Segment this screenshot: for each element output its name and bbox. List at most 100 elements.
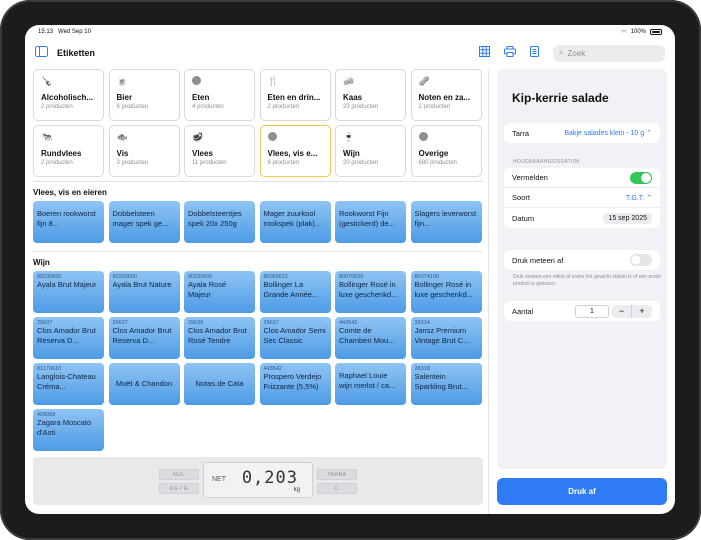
navigation-bar: Etiketten ⌕ Zoek xyxy=(25,39,675,67)
product-grid-wijn: 80230600 Ayala Brut Majeur 80230600 Ayala B… xyxy=(33,271,483,451)
category-count: 11 producten xyxy=(192,160,227,166)
product-tile[interactable]: Notas de Cata xyxy=(184,363,255,405)
category-tile[interactable]: 🐟 Vis 3 producten xyxy=(108,125,180,177)
product-tile[interactable]: Boeren rookworst fijn 8... xyxy=(33,201,104,243)
meat-icon: 🥩 xyxy=(192,132,204,142)
quantity-input[interactable]: 1 xyxy=(575,304,609,318)
category-tile[interactable]: 🍴 Eten en drin... 2 producten xyxy=(259,69,331,121)
search-field[interactable]: ⌕ Zoek xyxy=(553,44,665,62)
product-name: Rookworst Fijn (gestickerd) de... xyxy=(339,209,395,228)
plus-button[interactable]: + xyxy=(632,305,652,318)
category-tile[interactable]: 🍾 Alcoholisch... 2 producten xyxy=(33,69,104,121)
product-tile[interactable]: Raphael Louie wijn merlot / ca... xyxy=(335,363,406,405)
category-name: Overige xyxy=(418,149,449,158)
nul-button[interactable]: NUL xyxy=(159,469,199,480)
product-tile[interactable]: 28314 Jansz Premium Vintage Brut C... xyxy=(410,317,482,359)
product-tile[interactable]: Slagers leverworst fijn... xyxy=(410,201,482,243)
category-count: 23 producten xyxy=(343,104,379,110)
grid-view-icon[interactable] xyxy=(479,46,490,60)
screen: 15:13 Wed Sep 10 ◠ 100% Etiketten ⌕ Zoek… xyxy=(25,25,675,514)
document-icon[interactable] xyxy=(530,46,539,60)
category-tile[interactable]: Vlees, vis e... 6 producten xyxy=(259,125,331,177)
divider xyxy=(33,181,483,182)
product-tile[interactable]: 80230600 Ayala Rosé Majeur xyxy=(184,271,255,313)
c-button[interactable]: C xyxy=(317,483,357,494)
product-tile[interactable]: 443542 Prospero Verdejo Frizzante (5,5%) xyxy=(259,363,331,405)
category-tile[interactable]: 🧀 Kaas 23 producten xyxy=(335,69,406,121)
chevron-updown-icon: ⌃ xyxy=(646,194,652,202)
product-title: Kip-kerrie salade xyxy=(512,91,609,105)
product-tile[interactable]: 28318 Salentein Sparkling Brut... xyxy=(410,363,482,405)
category-name: Vis xyxy=(116,149,129,158)
druk-toggle[interactable] xyxy=(630,254,652,266)
category-tile[interactable]: Overige 680 producten xyxy=(410,125,482,177)
date-picker[interactable]: 15 sep 2025 xyxy=(603,212,652,224)
category-count: 4 producten xyxy=(192,104,224,110)
product-tile[interactable]: 80230600 Ayala Brut Nature xyxy=(108,271,180,313)
product-tile[interactable]: 80050612 Bollinger La Grande Année... xyxy=(259,271,331,313)
product-name: Clos Amador Brut Rosé Tendre xyxy=(188,326,247,345)
status-bar: 15:13 Wed Sep 10 ◠ 100% xyxy=(25,25,675,39)
status-date: Wed Sep 10 xyxy=(58,29,91,35)
tarra-select[interactable]: Bakje salades klein - 10 g ⌃ xyxy=(564,129,652,137)
print-button[interactable]: Druk af xyxy=(497,478,667,505)
category-tile[interactable]: 🥩 Vlees 11 producten xyxy=(184,125,255,177)
sidebar-toggle-icon[interactable] xyxy=(35,46,48,60)
product-name: Zagara Moscato d'Asti xyxy=(37,418,92,437)
product-grid-vlees: Boeren rookworst fijn 8... Dobbelsteen ma… xyxy=(33,201,483,243)
tarra-row[interactable]: Tarra Bakje salades klein - 10 g ⌃ xyxy=(504,123,660,143)
minus-button[interactable]: − xyxy=(612,304,632,318)
product-tile[interactable]: 81170610 Langlois-Chateau Crémа... xyxy=(33,363,104,405)
product-tile[interactable]: Dobbelsteentjes spek 20x 250g xyxy=(184,201,255,243)
soort-row[interactable]: Soort T.G.T. ⌃ xyxy=(504,188,660,208)
product-name: Langlois-Chateau Crémа... xyxy=(37,372,96,391)
category-tile[interactable]: 🐄 Rundvlees 2 producten xyxy=(33,125,104,177)
category-tile[interactable]: Eten 4 producten xyxy=(184,69,255,121)
category-name: Wijn xyxy=(343,149,360,158)
product-tile[interactable]: 80074100 Bollinger Rosé in luxe geschenkd… xyxy=(410,271,482,313)
net-label: NET xyxy=(212,476,226,483)
fork-knife-icon: 🍴 xyxy=(267,76,279,86)
bottle-icon: 🍾 xyxy=(41,76,53,86)
category-name: Eten en drin... xyxy=(267,93,321,102)
scale-panel: NUL KG / G NET 0,203 kg TARRA C xyxy=(33,457,483,505)
category-count: 2 producten xyxy=(41,160,73,166)
chevron-updown-icon: ⌃ xyxy=(646,130,652,137)
search-icon: ⌕ xyxy=(559,48,564,57)
product-name: Clos Amador Semi Sec Classic xyxy=(263,326,326,345)
product-tile[interactable]: 80070650 Bollinger Rosé in luxe geschenkd… xyxy=(335,271,406,313)
product-name: Moët & Chandon xyxy=(115,379,173,388)
section-title-wijn: Wijn xyxy=(33,258,50,267)
vermelden-toggle[interactable] xyxy=(630,171,652,184)
category-tile[interactable]: 🥜 Noten en za... 2 producten xyxy=(410,69,482,121)
section-title-vlees: Vlees, vis en eieren xyxy=(33,188,107,197)
divider xyxy=(33,251,483,252)
aantal-row: Aantal 1 − + xyxy=(504,301,660,321)
product-tile[interactable]: 80230600 Ayala Brut Majeur xyxy=(33,271,104,313)
product-name: Notas de Cata xyxy=(195,379,244,388)
quantity-stepper: 1 − + xyxy=(575,304,652,318)
product-tile[interactable]: Moët & Chandon xyxy=(108,363,180,405)
category-name: Kaas xyxy=(343,93,363,102)
category-count: 6 producten xyxy=(116,104,149,110)
dot-icon xyxy=(192,76,247,86)
datum-label: Datum xyxy=(512,213,535,223)
product-tile[interactable]: 443542 Comte de Chamberi Mou... xyxy=(335,317,406,359)
tarra-button[interactable]: TARRA xyxy=(317,469,357,480)
category-tile[interactable]: 🍷 Wijn 20 producten xyxy=(335,125,406,177)
product-tile[interactable]: 29636 Clos Amador Brut Rosé Tendre xyxy=(184,317,255,359)
product-tile[interactable]: 29637 Clos Amador Semi Sec Classic xyxy=(259,317,331,359)
product-tile[interactable]: Rookworst Fijn (gestickerd) de... xyxy=(335,201,406,243)
category-tile[interactable]: 🍺 Bier 6 producten xyxy=(108,69,180,121)
product-tile[interactable]: 29637 Clos Amador Brut Reserva D... xyxy=(108,317,180,359)
product-tile[interactable]: Dobbelsteen mager spek ge... xyxy=(108,201,180,243)
kg-g-button[interactable]: KG / G xyxy=(159,483,199,494)
product-tile[interactable]: 29637 Clos Amador Brut Reserva D... xyxy=(33,317,104,359)
product-name: Comte de Chamberi Mou... xyxy=(339,326,395,345)
soort-select[interactable]: T.G.T. ⌃ xyxy=(626,194,652,202)
product-tile[interactable]: 409068 Zagara Moscato d'Asti xyxy=(33,409,104,451)
tarra-label: Tarra xyxy=(512,128,530,138)
printer-icon[interactable] xyxy=(504,46,516,60)
product-tile[interactable]: Mager zuurkool rookspek (plak)... xyxy=(259,201,331,243)
label-browser: 🍾 Alcoholisch... 2 producten 🍺 Bier 6 product… xyxy=(33,69,483,507)
